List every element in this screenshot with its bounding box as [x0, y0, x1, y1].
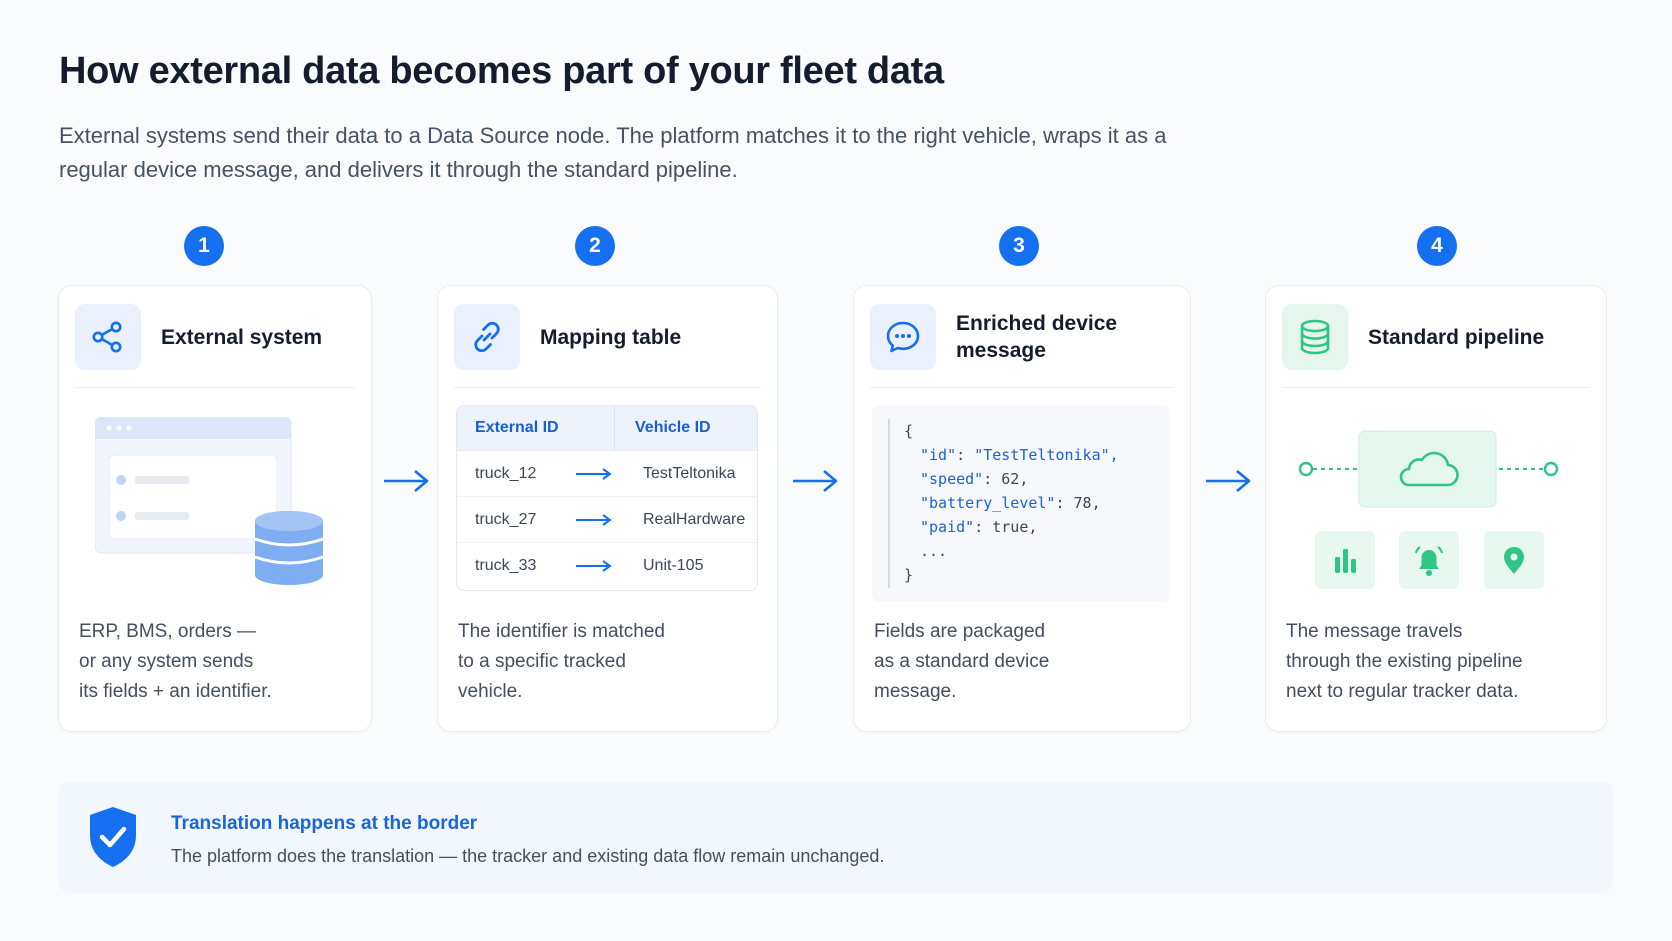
info-banner: Translation happens at the border The pl… [58, 781, 1613, 893]
table-row: truck_33 Unit-105 [457, 543, 757, 589]
page-title: How external data becomes part of your f… [59, 50, 944, 92]
database-icon [1282, 304, 1348, 370]
code-line: "paid": true, [920, 518, 1038, 536]
card-header: Standard pipeline [1282, 304, 1590, 388]
card-header: Mapping table [454, 304, 761, 388]
code-line: "battery_level": 78, [920, 494, 1101, 512]
card-description: Fields are packaged as a standard device… [874, 621, 1050, 702]
card-header: External system [75, 304, 355, 388]
table-row: truck_27 RealHardware [457, 497, 757, 543]
code-ellipsis: ... [920, 542, 948, 560]
json-code-block: { "id": "TestTeltonika", "speed": 62, "b… [872, 405, 1170, 602]
banner-text: The platform does the translation — the … [171, 846, 885, 866]
card-title: Standard pipeline [1368, 325, 1545, 349]
flow-arrow-icon [793, 470, 838, 492]
banner-title: Translation happens at the border [171, 813, 478, 834]
step-number-3: 3 [999, 226, 1039, 266]
card-title: Enriched device message [956, 312, 1118, 362]
arrow-right-icon [575, 513, 631, 527]
table-row: truck_12 TestTeltonika [457, 451, 757, 497]
flow-arrow-icon [384, 470, 429, 492]
step-card-mapping-table: Mapping table External ID Vehicle ID tru… [437, 285, 778, 732]
shield-check-icon [90, 807, 136, 867]
step-card-standard-pipeline: Standard pipeline The message travels th… [1265, 285, 1607, 732]
column-header-vehicle-id: Vehicle ID [635, 419, 711, 436]
external-id-cell: truck_33 [475, 557, 537, 574]
card-title: External system [161, 325, 323, 349]
column-header-external-id: External ID [457, 406, 615, 450]
code-line: "id": "TestTeltonika", [920, 446, 1119, 464]
card-description: ERP, BMS, orders — or any system sends i… [79, 621, 272, 702]
vehicle-id-cell: Unit-105 [643, 557, 704, 574]
share-nodes-icon [75, 304, 141, 370]
card-description: The identifier is matched to a specific … [458, 621, 665, 702]
external-id-cell: truck_27 [475, 510, 537, 528]
step-card-external-system: External system ERP, BMS, orders — or an… [58, 285, 372, 732]
mapping-table: External ID Vehicle ID truck_12 TestTelt… [456, 405, 758, 591]
step-number-2: 2 [575, 226, 615, 266]
external-id-cell: truck_12 [475, 464, 537, 482]
step-card-enriched-message: Enriched device message { "id": "TestTel… [853, 285, 1191, 732]
chat-bubble-icon [870, 304, 936, 370]
step-number-4: 4 [1417, 226, 1457, 266]
mapping-table-header: External ID Vehicle ID [457, 406, 757, 451]
vehicle-id-cell: TestTeltonika [643, 464, 736, 482]
vehicle-id-cell: RealHardware [643, 510, 746, 528]
code-line: "speed": 62, [920, 470, 1029, 488]
link-icon [454, 304, 520, 370]
card-title: Mapping table [540, 325, 682, 349]
card-header: Enriched device message [870, 304, 1174, 388]
card-description: The message travels through the existing… [1286, 621, 1523, 702]
arrow-right-icon [575, 559, 631, 573]
page-subtitle: External systems send their data to a Da… [59, 123, 1167, 182]
step-number-1: 1 [184, 226, 224, 266]
external-system-illustration [94, 416, 325, 589]
flow-arrow-icon [1206, 470, 1251, 492]
arrow-right-icon [575, 467, 631, 481]
code-close-brace: } [904, 566, 914, 584]
code-open-brace: { [904, 422, 914, 440]
pipeline-illustration [1290, 429, 1590, 589]
